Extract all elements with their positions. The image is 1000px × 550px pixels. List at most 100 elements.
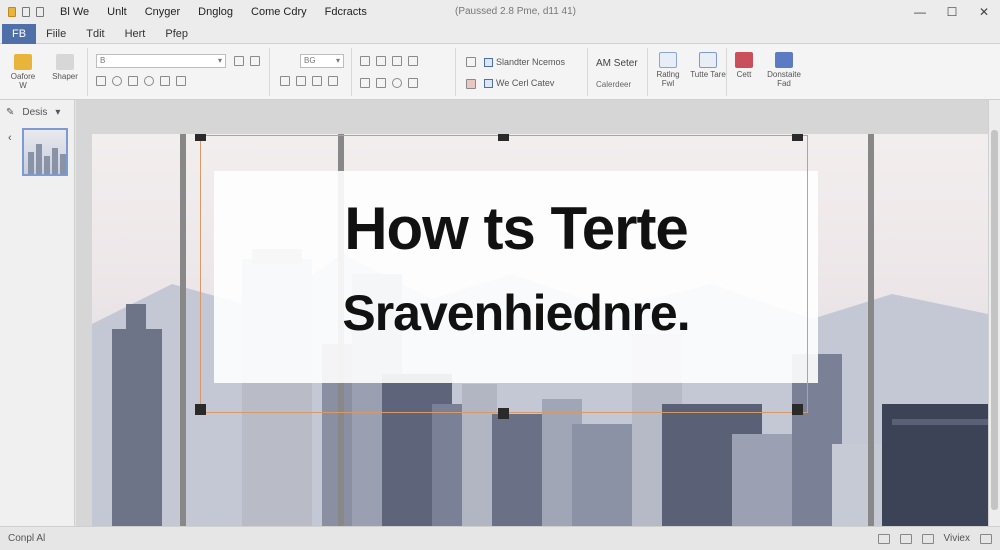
collapse-arrow-icon[interactable]: ‹ (8, 132, 12, 144)
normal-view-icon[interactable] (877, 533, 890, 544)
thumbnail-building (28, 152, 34, 174)
rating-button[interactable]: Ratlng Fwl (650, 52, 686, 88)
tab-file-menu[interactable]: FB (2, 23, 37, 44)
resize-handle[interactable] (195, 404, 206, 415)
donate-label: Donstaite Fad (767, 70, 801, 88)
menu-bar: Bl We Unlt Cnyger Dnglog Come Cdry Fdcra… (60, 6, 367, 18)
redo-icon[interactable] (36, 7, 44, 17)
vertical-scrollbar[interactable] (988, 100, 1000, 526)
table-button[interactable]: Tutte Tare (690, 52, 726, 79)
user-icon[interactable] (144, 76, 154, 86)
clear-format-icon[interactable] (160, 76, 170, 86)
menu-item[interactable]: Cnyger (145, 6, 180, 18)
thumbnail-building (44, 156, 50, 174)
font-name-combo[interactable]: B (96, 54, 226, 68)
reading-view-icon[interactable] (921, 533, 934, 544)
cut-label: Cett (736, 70, 752, 79)
align-icon[interactable] (376, 56, 386, 66)
style-check-2[interactable]: We Cerl Catev (484, 78, 554, 89)
grow-font-icon[interactable] (234, 56, 244, 66)
style-check-1[interactable]: Slandter Ncemos (484, 57, 565, 68)
format-painter-button[interactable]: Shaper (48, 54, 82, 81)
document-title: (Paussed 2.8 Pme, d11 41) (455, 6, 576, 17)
zoom-label[interactable]: Viviex (944, 533, 971, 544)
calendar-dropdown[interactable]: Calerdeer (596, 80, 631, 89)
resize-handle[interactable] (498, 134, 509, 141)
resize-handle[interactable] (792, 404, 803, 415)
paste-button[interactable]: Oafore W (6, 54, 40, 90)
cut-button[interactable]: Cett (730, 52, 758, 79)
drawing-row-1 (360, 56, 418, 66)
shape-outline-icon[interactable] (376, 78, 386, 88)
arrange-icon[interactable] (360, 56, 370, 66)
search-icon[interactable] (112, 76, 122, 86)
status-left-text: Conpl Al (8, 533, 46, 544)
tab-file[interactable]: Fiile (36, 24, 76, 44)
menu-item[interactable]: Unlt (107, 6, 127, 18)
menu-item[interactable]: Fdcracts (325, 6, 367, 18)
clipboard-group: Oafore W Shaper (0, 48, 88, 96)
slide-sorter-icon[interactable] (899, 533, 912, 544)
resize-handle[interactable] (498, 408, 509, 419)
scrollbar-thumb[interactable] (991, 130, 998, 510)
drawing-row-2 (360, 78, 418, 88)
vertical-guide (868, 134, 874, 526)
tab-insert[interactable]: Hert (115, 24, 156, 44)
status-right: Viviex (877, 533, 992, 544)
text-icon[interactable] (96, 76, 106, 86)
styles-group: Slandter Ncemos We Cerl Catev (460, 48, 588, 96)
slide-headline[interactable]: How ts Terte (214, 194, 818, 263)
slide[interactable]: How ts Terte Sravenhiednre. (92, 134, 988, 526)
quick-access-toolbar (0, 7, 60, 17)
menu-item[interactable]: Come Cdry (251, 6, 307, 18)
menu-item[interactable]: Dnglog (198, 6, 233, 18)
thumbnail-building (60, 154, 66, 174)
vertical-guide (180, 134, 186, 526)
save-icon[interactable] (8, 7, 16, 17)
select-dropdown[interactable]: AM Seter (596, 58, 638, 69)
shape-fill-icon[interactable] (360, 78, 370, 88)
ribbon: Oafore W Shaper B BG (0, 44, 1000, 100)
chevron-down-icon[interactable]: ▾ (55, 107, 60, 118)
pen-icon[interactable] (328, 76, 338, 86)
group-icon[interactable] (408, 78, 418, 88)
rating-icon (659, 52, 677, 68)
pencil-icon[interactable] (408, 56, 418, 66)
fit-slide-icon[interactable] (980, 533, 992, 544)
resize-handle[interactable] (195, 134, 206, 141)
bullets-icon[interactable] (280, 76, 290, 86)
donate-button[interactable]: Donstaite Fad (762, 52, 806, 88)
resize-handle[interactable] (792, 134, 803, 141)
font-color-icon[interactable] (176, 76, 186, 86)
font-group: B (92, 48, 270, 96)
close-button[interactable]: ✕ (968, 0, 1000, 24)
drawing-group (356, 48, 456, 96)
brush-icon (56, 54, 74, 70)
undo-icon[interactable] (22, 7, 30, 17)
thumbnail-building (52, 148, 58, 174)
text-box-selection[interactable] (200, 135, 808, 413)
tab-prep[interactable]: Pfep (155, 24, 198, 44)
picture-icon[interactable] (466, 79, 476, 89)
effects-icon[interactable] (392, 78, 402, 88)
menu-item[interactable]: Bl We (60, 6, 89, 18)
ribbon-tabs: FB Fiile Tdit Hert Pfep (0, 23, 1000, 44)
font-size-combo[interactable]: BG (300, 54, 344, 68)
slide-subline[interactable]: Sravenhiednre. (214, 284, 818, 342)
pane-label: Desis (22, 106, 48, 118)
pin-icon[interactable]: ✎ (6, 107, 14, 118)
shrink-font-icon[interactable] (250, 56, 260, 66)
indent-icon[interactable] (312, 76, 322, 86)
numbering-icon[interactable] (296, 76, 306, 86)
slide-canvas: How ts Terte Sravenhiednre. (76, 100, 988, 526)
minimize-button[interactable]: — (904, 0, 936, 24)
select-group: AM Seter Calerdeer (592, 48, 648, 96)
format-label: Shaper (52, 72, 78, 81)
slide-thumbnail-pane: ✎ Desis ▾ ‹ (0, 100, 75, 526)
layout-icon[interactable] (466, 57, 476, 67)
highlight-icon[interactable] (128, 76, 138, 86)
rotate-icon[interactable] (392, 56, 402, 66)
slide-thumbnail[interactable] (22, 128, 68, 176)
tab-edit[interactable]: Tdit (76, 24, 114, 44)
maximize-button[interactable]: ☐ (936, 0, 968, 24)
